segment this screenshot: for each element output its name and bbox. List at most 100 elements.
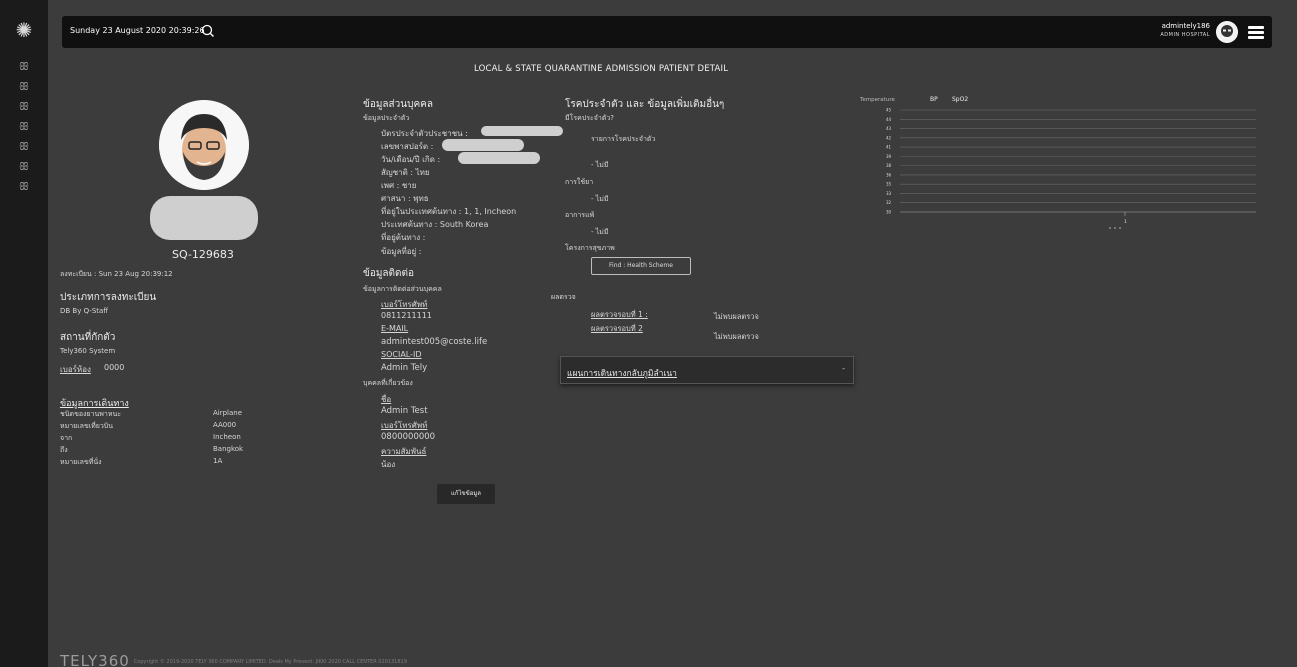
email-label: E-MAIL — [381, 324, 409, 333]
footer: TELY360 Copyright © 2019-2020 TELY 360 CO… — [60, 652, 407, 667]
travel-row-label: จาก — [60, 434, 73, 442]
passport-label: เลขพาสปอร์ต : — [381, 142, 434, 151]
personal-info-title: ข้อมูลส่วนบุคคล — [363, 99, 433, 110]
allergy-label: อาการแพ้ — [565, 211, 595, 219]
origin-address: ที่อยู่ในประเทศต้นทาง : 1, 1, Incheon — [381, 207, 517, 216]
social-id-label: SOCIAL-ID — [381, 350, 422, 359]
dob-label: วัน/เดือน/ปี เกิด : — [381, 155, 441, 164]
origin-country: ประเทศต้นทาง : South Korea — [381, 220, 489, 229]
test-round-1-label: ผลตรวจรอบที่ 1 : — [591, 310, 648, 319]
registration-type-value: DB By Q-Staff — [60, 307, 109, 315]
y-tick-label: 32 — [886, 200, 892, 205]
current-datetime: Sunday 23 August 2020 20:39:26 — [70, 26, 205, 35]
redacted-name — [150, 196, 258, 240]
legend-item[interactable]: BP — [930, 96, 938, 103]
email-value: admintest005@coste.life — [381, 337, 488, 347]
y-tick-label: 41 — [886, 145, 892, 150]
top-bar: Sunday 23 August 2020 20:39:26 admintely… — [62, 16, 1272, 48]
disease-list-label: รายการโรคประจำตัว — [591, 135, 656, 143]
phone-label: เบอร์โทรศัพท์ — [381, 300, 428, 309]
y-tick-label: 44 — [886, 117, 892, 122]
edit-info-button[interactable]: แก้ไขข้อมูล — [437, 484, 495, 504]
search-icon[interactable] — [200, 23, 216, 39]
test-round-2-label: ผลตรวจรอบที่ 2 — [591, 324, 643, 333]
vitals-chart: Temperature BP SpO2 45 44 43 42 41 39 38 36 35 33 32… — [860, 96, 1256, 229]
drug-label: การใช้ยา — [565, 178, 594, 186]
health-scheme-label: โครงการสุขภาพ — [565, 244, 615, 252]
disease-none: - ไม่มี — [591, 161, 609, 169]
phone-value: 0811211111 — [381, 311, 432, 320]
series-marker — [1119, 227, 1121, 229]
y-tick-label: 36 — [886, 172, 892, 177]
related-name-value: Admin Test — [381, 406, 428, 416]
drug-none: - ไม่มี — [591, 195, 609, 203]
app-logo-icon[interactable]: ✺ — [12, 18, 36, 42]
x-tick-label: 1 — [1124, 219, 1127, 225]
page-title: LOCAL & STATE QUARANTINE ADMISSION PATIE… — [474, 64, 729, 74]
patient-id: SQ-129683 — [172, 248, 234, 261]
quarantine-place-label: สถานที่กักตัว — [60, 332, 116, 343]
hamburger-menu-icon[interactable] — [1248, 26, 1264, 39]
travel-row-value: 1A — [213, 457, 223, 465]
medical-info-title: โรคประจำตัว และ ข้อมูลเพิ่มเติมอื่นๆ — [565, 99, 725, 110]
nav-users-icon[interactable]: ꕥ — [16, 140, 32, 154]
current-address: ข้อมูลที่อยู่ : — [381, 247, 422, 256]
test-round-1-value: ไม่พบผลตรวจ — [714, 312, 759, 321]
y-tick-label: 33 — [886, 191, 892, 196]
nav-users-icon[interactable]: ꕥ — [16, 60, 32, 74]
y-tick-label: 42 — [886, 135, 892, 140]
test-round-2-value: ไม่พบผลตรวจ — [714, 332, 759, 341]
y-tick-label: 38 — [886, 163, 892, 168]
footer-copyright: Copyright © 2019-2020 TELY 360 COMPANY L… — [133, 658, 407, 665]
relation-value: น้อง — [381, 460, 396, 469]
travel-row-label: หมายเลขเที่ยวบิน — [60, 422, 113, 430]
relation-label: ความสัมพันธ์ — [381, 447, 427, 456]
related-phone-label: เบอร์โทรศัพท์ — [381, 421, 428, 430]
travel-info-title: ข้อมูลการเดินทาง — [60, 399, 129, 409]
travel-row-label: หมายเลขที่นั่ง — [60, 458, 102, 466]
main-area: Sunday 23 August 2020 20:39:26 admintely… — [48, 0, 1297, 667]
accordion-toggle-icon[interactable]: - — [842, 364, 845, 373]
y-tick-label: 45 — [886, 108, 892, 113]
find-health-scheme-button[interactable]: Find : Health Scheme — [591, 257, 691, 275]
user-avatar[interactable] — [1216, 21, 1238, 43]
nav-users-icon[interactable]: ꕥ — [16, 180, 32, 194]
travel-row-label: ชนิดของยานพาหนะ — [60, 410, 122, 418]
has-disease-label: มีโรคประจำตัว? — [565, 114, 615, 122]
nav-users-icon[interactable]: ꕥ — [16, 80, 32, 94]
registered-date: ลงทะเบียน : Sun 23 Aug 20:39:12 — [60, 270, 173, 278]
travel-row-value: Bangkok — [213, 445, 244, 453]
nationality: สัญชาติ : ไทย — [381, 168, 430, 177]
sidebar: ✺ ꕥ ꕥ ꕥ ꕥ ꕥ ꕥ ꕥ — [0, 0, 48, 667]
contact-info-title: ข้อมูลติดต่อ — [363, 268, 415, 279]
y-tick-label: 35 — [886, 182, 892, 187]
travel-row-value: AA000 — [213, 421, 237, 429]
destination-address: ที่อยู่ต้นทาง : — [381, 233, 426, 242]
y-tick-label: 39 — [886, 154, 892, 159]
nav-users-icon[interactable]: ꕥ — [16, 120, 32, 134]
room-number-value: 0000 — [104, 363, 125, 372]
room-number-label: เบอร์ห้อง — [60, 365, 91, 374]
allergy-none: - ไม่มี — [591, 228, 609, 236]
nav-users-icon[interactable]: ꕥ — [16, 160, 32, 174]
quarantine-place-value: Tely360 System — [60, 347, 116, 355]
registration-type-label: ประเภทการลงทะเบียน — [60, 292, 157, 303]
nav-users-icon[interactable]: ꕥ — [16, 100, 32, 114]
legend-item[interactable]: Temperature — [860, 97, 895, 103]
travel-plan-label: แผนการเดินทางกลับภูมิลำเนา — [567, 369, 677, 379]
contact-info-subtitle: ข้อมูลการติดต่อส่วนบุคคล — [363, 285, 442, 293]
redacted-dob — [458, 152, 540, 164]
related-person-title: บุคคลที่เกี่ยวข้อง — [363, 379, 413, 387]
user-info: admintely186 ADMIN HOSPITAL — [1160, 22, 1210, 39]
social-id-value: Admin Tely — [381, 363, 428, 373]
related-name-label: ชื่อ — [381, 395, 392, 404]
legend-item[interactable]: SpO2 — [952, 96, 968, 103]
travel-plan-accordion[interactable]: แผนการเดินทางกลับภูมิลำเนา - — [560, 356, 854, 384]
patient-avatar — [159, 100, 249, 190]
religion: ศาสนา : พุทธ — [381, 194, 429, 203]
travel-row-label: ถึง — [60, 446, 68, 454]
footer-brand: TELY360 — [60, 652, 130, 667]
test-results-title: ผลตรวจ — [551, 293, 576, 301]
y-tick-label: 43 — [886, 126, 892, 131]
hospital-name: ADMIN HOSPITAL — [1160, 32, 1210, 38]
